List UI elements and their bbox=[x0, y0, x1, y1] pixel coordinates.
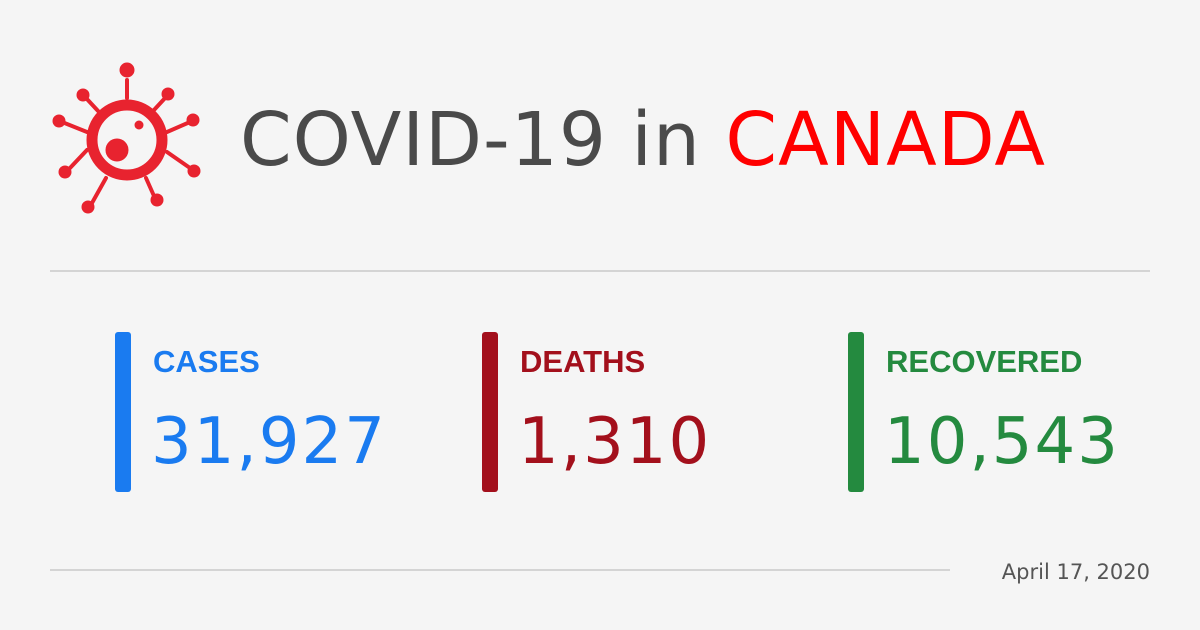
cases-accent-bar bbox=[115, 332, 131, 492]
top-divider bbox=[50, 270, 1150, 272]
recovered-label: RECOVERED bbox=[886, 344, 1083, 379]
deaths-value: 1,310 bbox=[518, 405, 712, 479]
deaths-label: DEATHS bbox=[520, 344, 646, 379]
title-country-text: CANADA bbox=[725, 97, 1046, 183]
recovered-accent-bar bbox=[848, 332, 864, 492]
stat-recovered: RECOVERED 10,543 bbox=[848, 332, 1148, 492]
title-main-text: COVID-19 in bbox=[240, 97, 726, 183]
cases-value: 31,927 bbox=[151, 405, 387, 479]
cases-label: CASES bbox=[153, 344, 260, 379]
page-title: COVID-19 in CANADA bbox=[240, 90, 1046, 190]
stat-deaths: DEATHS 1,310 bbox=[482, 332, 782, 492]
stat-cases: CASES 31,927 bbox=[115, 332, 415, 492]
virus-icon bbox=[52, 62, 201, 214]
date-label: April 17, 2020 bbox=[1001, 560, 1150, 584]
deaths-accent-bar bbox=[482, 332, 498, 492]
recovered-value: 10,543 bbox=[884, 405, 1120, 479]
header: COVID-19 in CANADA bbox=[50, 60, 1160, 220]
bottom-divider bbox=[50, 569, 950, 571]
